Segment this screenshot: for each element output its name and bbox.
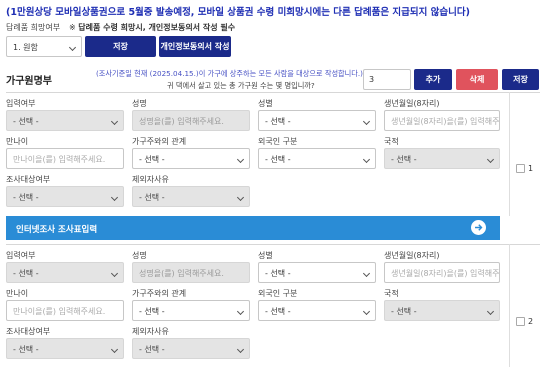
label-name: 성명 xyxy=(132,251,147,260)
chevron-down-icon xyxy=(486,155,495,164)
foreigner-select[interactable]: - 선택 - xyxy=(258,300,376,321)
chevron-down-icon xyxy=(362,269,371,278)
chevron-down-icon xyxy=(68,43,77,52)
label-gender: 성별 xyxy=(258,251,273,260)
label-input-status: 입력여부 xyxy=(6,251,36,260)
target-select[interactable]: - 선택 - xyxy=(6,338,124,359)
select-value: - 선택 - xyxy=(265,269,291,278)
gender-select[interactable]: - 선택 - xyxy=(258,262,376,283)
household-save-button[interactable]: 저장 xyxy=(502,69,539,90)
label-nationality: 국적 xyxy=(384,289,399,298)
label-exclusion: 제외자사유 xyxy=(132,327,169,336)
chevron-down-icon xyxy=(236,155,245,164)
banner-label: 인터넷조사 조사표입력 xyxy=(16,225,98,235)
select-value: - 선택 - xyxy=(139,345,165,354)
member-number: 1 xyxy=(528,164,534,173)
select-value: - 선택 - xyxy=(13,269,39,278)
label-exclusion: 제외자사유 xyxy=(132,175,169,184)
gift-select-value: 1. 원함 xyxy=(13,43,38,52)
member-checkbox[interactable] xyxy=(516,164,525,173)
chevron-down-icon xyxy=(362,155,371,164)
select-value: - 선택 - xyxy=(13,193,39,202)
chevron-down-icon xyxy=(362,117,371,126)
divider xyxy=(6,244,540,245)
chevron-down-icon xyxy=(236,345,245,354)
nationality-select[interactable]: - 선택 - xyxy=(384,148,500,169)
household-title: 가구원명부 xyxy=(6,76,52,87)
label-age: 만나이 xyxy=(6,137,29,146)
name-input[interactable]: 성명을(를) 입력해주세요. xyxy=(132,110,250,131)
label-nationality: 국적 xyxy=(384,137,399,146)
chevron-down-icon xyxy=(110,345,119,354)
exclusion-select[interactable]: - 선택 - xyxy=(132,186,250,207)
select-value: - 선택 - xyxy=(139,155,165,164)
member-checkbox[interactable] xyxy=(516,317,525,326)
add-button[interactable]: 추가 xyxy=(414,69,452,90)
chevron-down-icon xyxy=(110,269,119,278)
gift-save-button[interactable]: 저장 xyxy=(85,36,156,57)
chevron-down-icon xyxy=(110,193,119,202)
label-foreigner: 외국인 구분 xyxy=(258,289,298,298)
survey-input-banner[interactable]: 인터넷조사 조사표입력 xyxy=(6,216,500,240)
relation-select[interactable]: - 선택 - xyxy=(132,148,250,169)
input-status-select[interactable]: - 선택 - xyxy=(6,110,124,131)
label-relation: 가구주와의 관계 xyxy=(132,137,187,146)
gift-note: ※ 답례품 수령 희망시, 개인정보동의서 작성 필수 xyxy=(69,22,235,33)
age-input[interactable]: 만나이을(를) 입력해주세요. xyxy=(6,148,124,169)
label-foreigner: 외국인 구분 xyxy=(258,137,298,146)
note-mark: ※ xyxy=(69,23,76,32)
select-value: - 선택 - xyxy=(265,307,291,316)
divider xyxy=(509,244,510,367)
birth-input[interactable]: 생년월일(8자리)을(를) 입력해주세요. xyxy=(384,110,500,131)
chevron-down-icon xyxy=(362,307,371,316)
select-value: - 선택 - xyxy=(265,155,291,164)
gift-note-text: 답례품 수령 희망시, 개인정보동의서 작성 필수 xyxy=(78,23,236,32)
label-birth: 생년월일(8자리) xyxy=(384,251,440,260)
household-count-input[interactable]: 3 xyxy=(363,69,411,90)
arrow-right-icon[interactable] xyxy=(471,220,486,235)
gender-select[interactable]: - 선택 - xyxy=(258,110,376,131)
household-info-line2: 귀 댁에서 살고 있는 총 가구원 수는 몇 명입니까? xyxy=(167,81,315,90)
select-value: - 선택 - xyxy=(139,307,165,316)
nationality-select[interactable]: - 선택 - xyxy=(384,300,500,321)
select-value: - 선택 - xyxy=(391,155,417,164)
select-value: - 선택 - xyxy=(139,193,165,202)
relation-select[interactable]: - 선택 - xyxy=(132,300,250,321)
label-gender: 성별 xyxy=(258,99,273,108)
label-target: 조사대상여부 xyxy=(6,175,51,184)
select-value: - 선택 - xyxy=(13,117,39,126)
consent-button[interactable]: 개인정보동의서 작성 xyxy=(159,36,231,57)
target-select[interactable]: - 선택 - xyxy=(6,186,124,207)
label-input-status: 입력여부 xyxy=(6,99,36,108)
select-value: - 선택 - xyxy=(13,345,39,354)
select-value: - 선택 - xyxy=(265,117,291,126)
foreigner-select[interactable]: - 선택 - xyxy=(258,148,376,169)
divider xyxy=(6,92,540,93)
label-birth: 생년월일(8자리) xyxy=(384,99,440,108)
exclusion-select[interactable]: - 선택 - xyxy=(132,338,250,359)
label-name: 성명 xyxy=(132,99,147,108)
household-info-line1: (조사기준일 현재 (2025.04.15.)이 가구에 상주하는 모든 사람을… xyxy=(96,69,363,78)
delete-button[interactable]: 삭제 xyxy=(456,69,498,90)
gift-label: 답례품 희망여부 xyxy=(6,23,61,32)
label-relation: 가구주와의 관계 xyxy=(132,289,187,298)
notice-text: (1만원상당 모바일상품권으로 5월중 발송예정, 모바일 상품권 수령 미희망… xyxy=(6,7,470,18)
label-age: 만나이 xyxy=(6,289,29,298)
divider xyxy=(509,92,510,216)
gift-select[interactable]: 1. 원함 xyxy=(6,36,82,57)
chevron-down-icon xyxy=(110,117,119,126)
chevron-down-icon xyxy=(236,193,245,202)
label-target: 조사대상여부 xyxy=(6,327,51,336)
input-status-select[interactable]: - 선택 - xyxy=(6,262,124,283)
age-input[interactable]: 만나이을(를) 입력해주세요. xyxy=(6,300,124,321)
birth-input[interactable]: 생년월일(8자리)을(를) 입력해주세요. xyxy=(384,262,500,283)
name-input[interactable]: 성명을(를) 입력해주세요. xyxy=(132,262,250,283)
select-value: - 선택 - xyxy=(391,307,417,316)
chevron-down-icon xyxy=(236,307,245,316)
chevron-down-icon xyxy=(486,307,495,316)
member-number: 2 xyxy=(528,317,534,326)
